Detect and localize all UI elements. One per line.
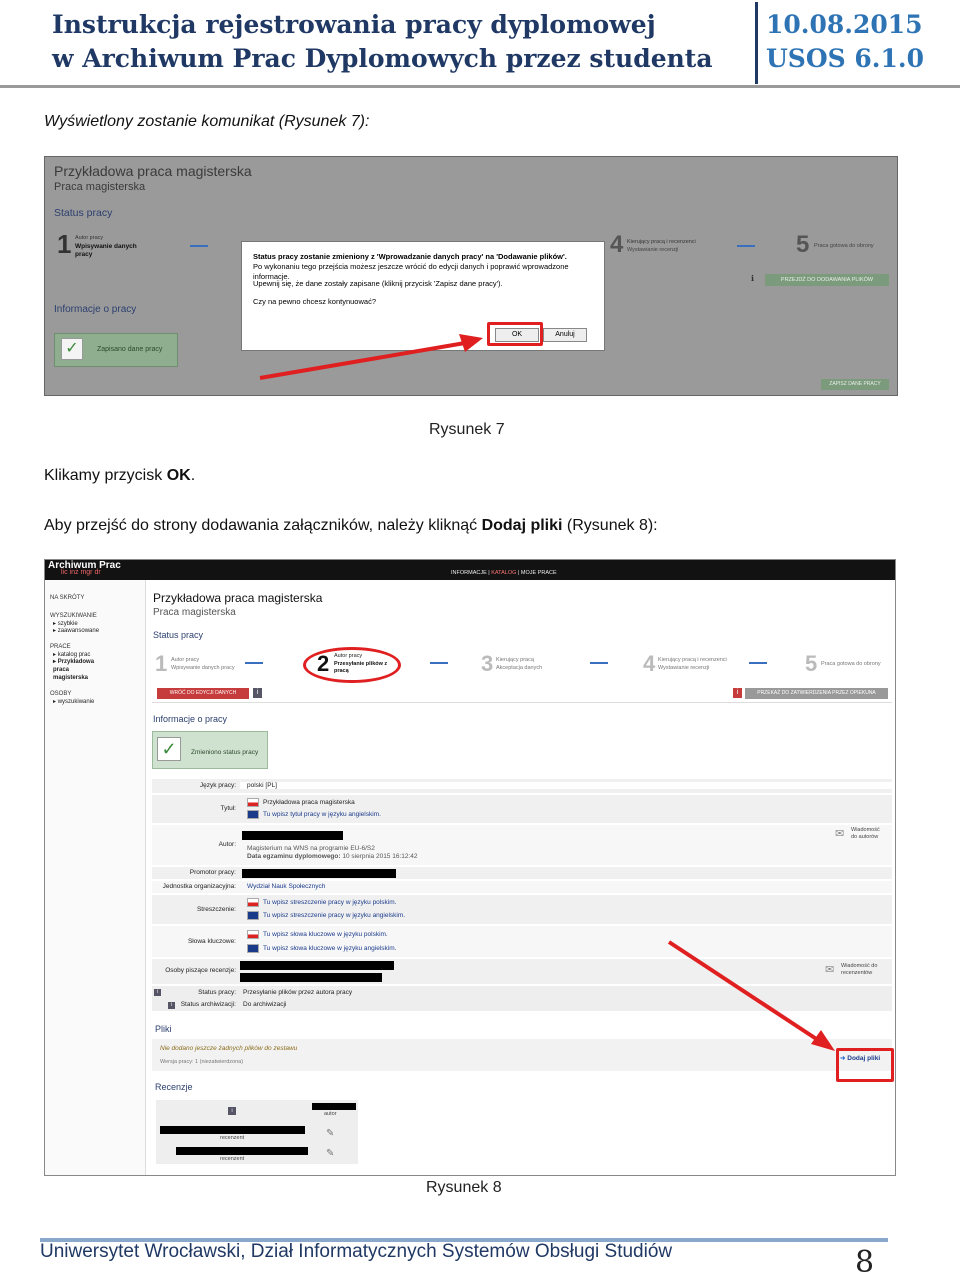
document-title: Instrukcja rejestrowania pracy dyplomowe…	[52, 8, 742, 76]
figure-7-screenshot: Przykładowa praca magisterska Praca magi…	[44, 156, 898, 396]
annotation-arrow-icon	[259, 334, 483, 380]
annotation-arrow-icon	[667, 940, 835, 1051]
title-line-2: w Archiwum Prac Dyplomowych przez studen…	[52, 44, 713, 73]
add-files-prefix: Aby przejść do strony dodawania załączni…	[44, 517, 482, 534]
document-date: 10.08.2015	[766, 10, 923, 39]
add-files-paragraph: Aby przejść do strony dodawania załączni…	[44, 517, 658, 535]
page-number: 8	[855, 1245, 875, 1280]
header-rule	[0, 85, 960, 88]
figure-8-caption: Rysunek 8	[426, 1179, 502, 1196]
footer-text: Uniwersytet Wrocławski, Dział Informatyc…	[40, 1241, 673, 1262]
figure-8-screenshot: Archiwum Prac lic inż mgr dr INFORMACJE …	[44, 559, 896, 1176]
click-ok-bold: OK	[166, 467, 191, 484]
title-line-1: Instrukcja rejestrowania pracy dyplomowe…	[52, 10, 656, 39]
add-files-bold: Dodaj pliki	[481, 517, 563, 534]
document-version: USOS 6.1.0	[766, 44, 924, 73]
intro-paragraph: Wyświetlony zostanie komunikat (Rysunek …	[44, 113, 370, 130]
header-meta: 10.08.2015 USOS 6.1.0	[766, 8, 956, 76]
click-ok-paragraph: Klikamy przycisk OK.	[44, 467, 195, 485]
click-ok-suffix: .	[190, 467, 196, 484]
figure-7-caption: Rysunek 7	[429, 421, 505, 438]
add-files-suffix: (Rysunek 8):	[562, 517, 658, 534]
click-ok-prefix: Klikamy przycisk	[44, 467, 167, 484]
header-divider	[755, 2, 758, 84]
